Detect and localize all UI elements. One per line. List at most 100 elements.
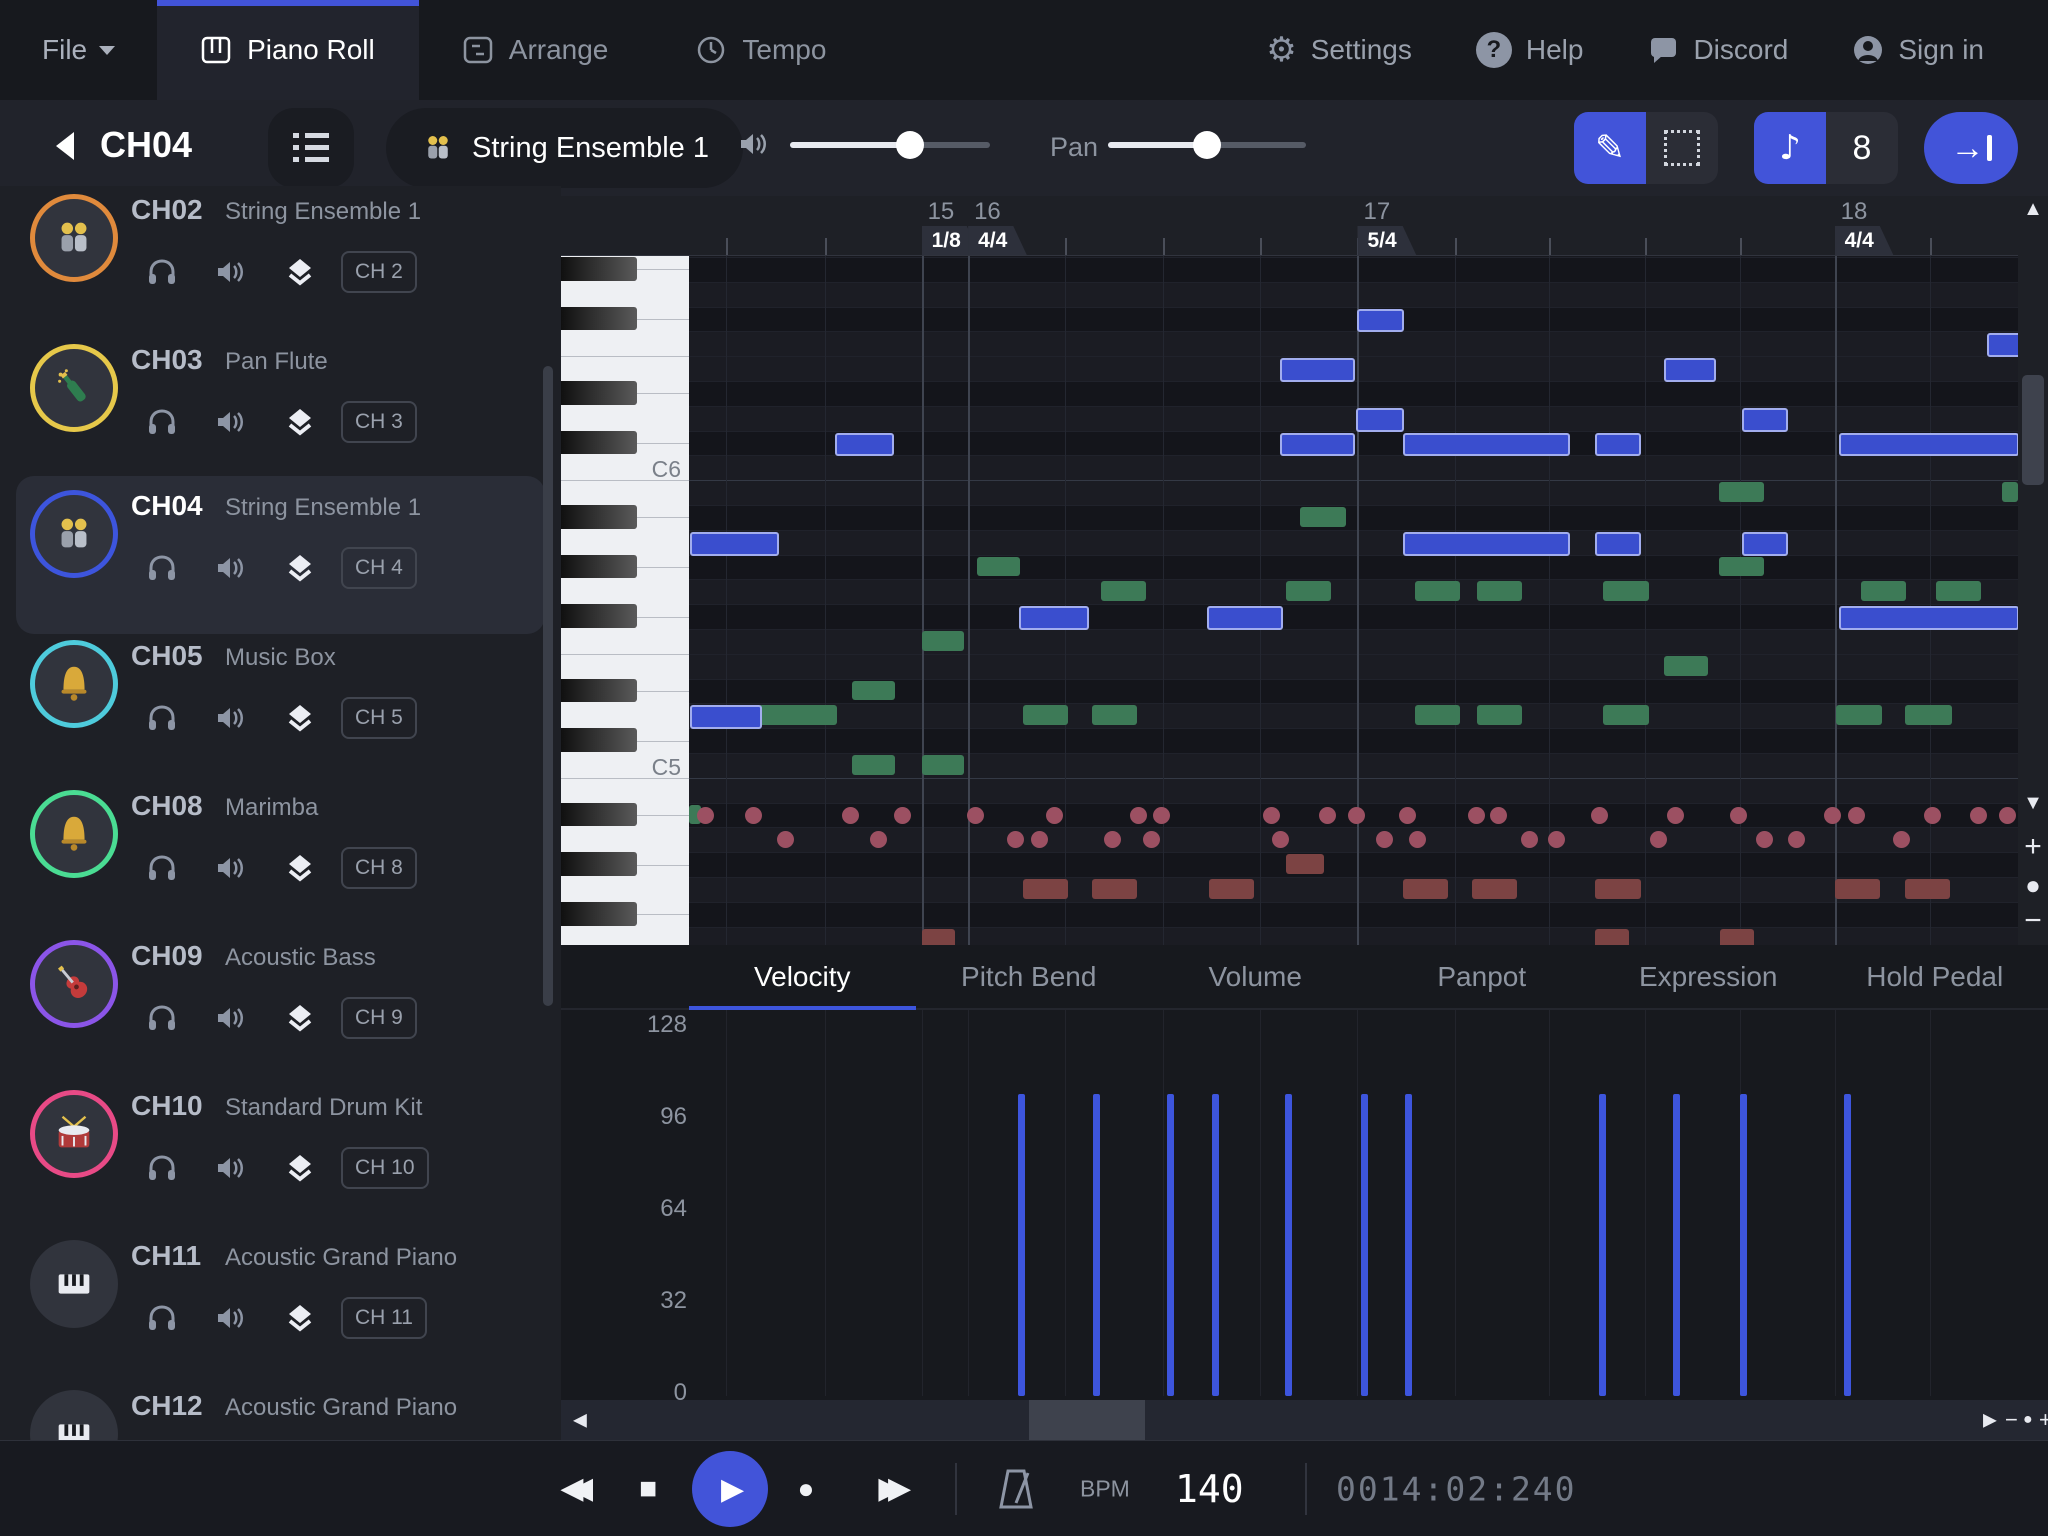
track-mute-button[interactable] — [213, 408, 247, 436]
track-layers-button[interactable] — [283, 1303, 317, 1333]
midi-note-selected[interactable] — [1742, 532, 1789, 556]
drum-note-dot[interactable] — [1399, 807, 1416, 824]
midi-note-green[interactable] — [1415, 705, 1460, 725]
midi-note-selected[interactable] — [1595, 433, 1640, 457]
black-key-fs5[interactable] — [561, 604, 637, 628]
scroll-right-icon[interactable]: ▶ — [1983, 1410, 1997, 1431]
drum-note-dot[interactable] — [777, 831, 794, 848]
drum-note-dot[interactable] — [1007, 831, 1024, 848]
drum-note-dot[interactable] — [1153, 807, 1170, 824]
midi-note-selected[interactable] — [1839, 606, 2018, 630]
velocity-bar[interactable] — [1405, 1094, 1412, 1396]
tab-tempo[interactable]: Tempo — [652, 0, 870, 100]
note-grid[interactable] — [689, 256, 2018, 946]
track-channel-badge[interactable]: CH 2 — [341, 251, 417, 293]
midi-note-green[interactable] — [1101, 581, 1146, 601]
track-item-ch10[interactable]: CH10Standard Drum KitCH 10 — [0, 1088, 561, 1220]
track-layers-button[interactable] — [283, 703, 317, 733]
midi-note-green[interactable] — [1936, 581, 1981, 601]
midi-note-green[interactable] — [1719, 557, 1764, 577]
midi-note-selected[interactable] — [1357, 309, 1404, 333]
zoom-out-vertical-icon[interactable]: − — [2018, 904, 2048, 938]
midi-note-selected[interactable] — [1403, 433, 1570, 457]
black-key-cs6[interactable] — [561, 431, 637, 455]
midi-note-selected[interactable] — [1356, 408, 1404, 432]
track-channel-badge[interactable]: CH 3 — [341, 401, 417, 443]
scroll-down-icon[interactable]: ▼ — [2018, 792, 2048, 815]
midi-note-green[interactable] — [1023, 705, 1068, 725]
track-mute-button[interactable] — [213, 854, 247, 882]
timeline-ruler[interactable]: 151/8164/4175/4184/4 — [561, 196, 2048, 256]
tab-piano-roll[interactable]: Piano Roll — [157, 0, 419, 100]
pan-slider[interactable] — [1108, 142, 1306, 148]
midi-note-selected[interactable] — [1280, 358, 1354, 382]
track-item-ch09[interactable]: CH09Acoustic BassCH 9 — [0, 938, 561, 1070]
pencil-tool-button[interactable]: ✎ — [1574, 112, 1646, 184]
midi-note-maroon[interactable] — [922, 929, 955, 946]
midi-note-green[interactable] — [1300, 507, 1345, 527]
drum-note-dot[interactable] — [1263, 807, 1280, 824]
volume-slider-thumb[interactable] — [896, 131, 924, 159]
midi-note-green[interactable] — [852, 755, 895, 775]
black-key-fs4[interactable] — [561, 902, 637, 926]
midi-note-maroon[interactable] — [1472, 879, 1517, 899]
black-key-gs4[interactable] — [561, 852, 637, 876]
sidebar-scrollbar[interactable] — [543, 366, 553, 1006]
scroll-up-icon[interactable]: ▲ — [2018, 198, 2048, 221]
drum-note-dot[interactable] — [842, 807, 859, 824]
midi-note-maroon[interactable] — [1835, 879, 1880, 899]
drum-note-dot[interactable] — [1130, 807, 1147, 824]
drum-note-dot[interactable] — [1824, 807, 1841, 824]
track-layers-button[interactable] — [283, 407, 317, 437]
track-channel-badge[interactable]: CH 10 — [341, 1147, 429, 1189]
midi-note-green[interactable] — [922, 755, 965, 775]
black-key-gs6[interactable] — [561, 257, 637, 281]
drum-note-dot[interactable] — [1319, 807, 1336, 824]
stop-button[interactable]: ■ — [639, 1474, 657, 1504]
track-layers-button[interactable] — [283, 553, 317, 583]
track-solo-button[interactable] — [145, 1004, 179, 1032]
drum-note-dot[interactable] — [697, 807, 714, 824]
drum-note-dot[interactable] — [870, 831, 887, 848]
note-duration-value-button[interactable]: 8 — [1826, 112, 1898, 184]
track-item-ch05[interactable]: CH05Music BoxCH 5 — [0, 638, 561, 770]
black-key-as4[interactable] — [561, 803, 637, 827]
drum-note-dot[interactable] — [967, 807, 984, 824]
volume-slider[interactable] — [790, 142, 990, 148]
discord-button[interactable]: Discord — [1627, 34, 1808, 66]
track-item-ch12[interactable]: CH12Acoustic Grand Piano — [0, 1388, 561, 1440]
velocity-bar[interactable] — [1285, 1094, 1292, 1396]
controller-tab-panpot[interactable]: Panpot — [1369, 945, 1596, 1008]
controller-tab-hold-pedal[interactable]: Hold Pedal — [1822, 945, 2048, 1008]
track-solo-button[interactable] — [145, 1304, 179, 1332]
track-layers-button[interactable] — [283, 853, 317, 883]
drum-note-dot[interactable] — [1730, 807, 1747, 824]
controller-tab-velocity[interactable]: Velocity — [689, 945, 916, 1008]
track-layers-button[interactable] — [283, 1003, 317, 1033]
pan-slider-thumb[interactable] — [1193, 131, 1221, 159]
midi-note-maroon[interactable] — [1720, 929, 1753, 946]
zoom-in-horizontal-icon[interactable]: + — [2039, 1407, 2048, 1433]
sign-in-button[interactable]: Sign in — [1832, 34, 2004, 66]
drum-note-dot[interactable] — [1591, 807, 1608, 824]
track-item-ch08[interactable]: CH08MarimbaCH 8 — [0, 788, 561, 920]
midi-note-selected[interactable] — [1280, 433, 1354, 457]
velocity-bar[interactable] — [1167, 1094, 1174, 1396]
drum-note-dot[interactable] — [1999, 807, 2016, 824]
drum-note-dot[interactable] — [1667, 807, 1684, 824]
midi-note-selected[interactable] — [1595, 532, 1640, 556]
track-mute-button[interactable] — [213, 1004, 247, 1032]
drum-note-dot[interactable] — [894, 807, 911, 824]
vertical-scrollbar-thumb[interactable] — [2022, 375, 2044, 485]
midi-note-green[interactable] — [922, 631, 965, 651]
midi-note-green[interactable] — [1092, 705, 1137, 725]
zoom-in-vertical-icon[interactable]: + — [2018, 830, 2048, 864]
fast-forward-button[interactable]: ▶▶ — [878, 1474, 897, 1504]
midi-note-green[interactable] — [1286, 581, 1331, 601]
drum-note-dot[interactable] — [1650, 831, 1667, 848]
drum-note-dot[interactable] — [1970, 807, 1987, 824]
black-key-fs6[interactable] — [561, 307, 637, 331]
track-list-button[interactable] — [268, 108, 354, 188]
horizontal-scrollbar-thumb[interactable] — [1029, 1400, 1145, 1440]
drum-note-dot[interactable] — [1468, 807, 1485, 824]
